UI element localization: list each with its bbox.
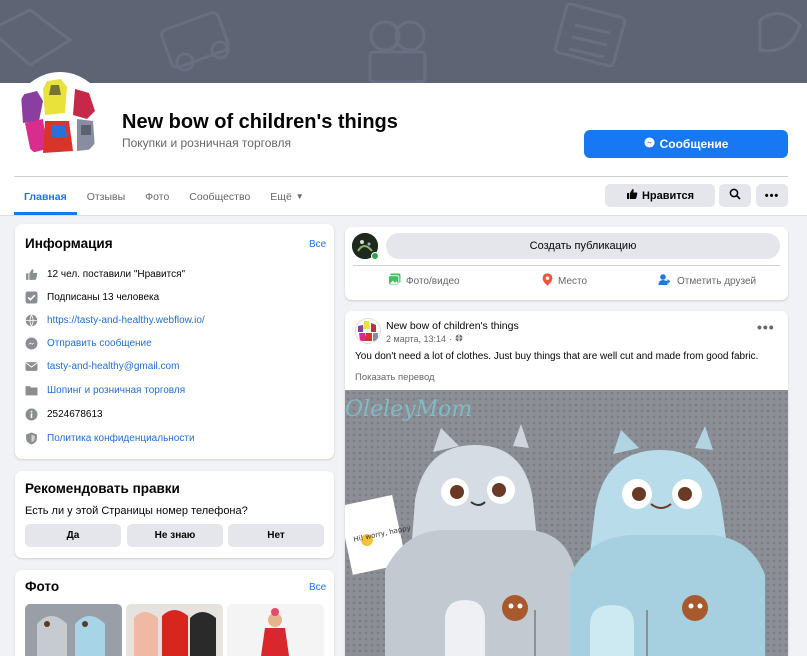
- info-send-message[interactable]: Отправить сообщение: [25, 335, 152, 351]
- photos-title: Фото: [25, 579, 60, 594]
- like-button-label: Нравится: [641, 189, 695, 202]
- page-avatar[interactable]: [14, 72, 106, 164]
- photo-thumbnail[interactable]: [126, 604, 223, 656]
- tab-community-label: Сообщество: [189, 190, 251, 203]
- tag-friends-label: Отметить друзей: [677, 275, 757, 287]
- info-phone: 2524678613: [25, 406, 103, 422]
- info-title: Информация: [25, 236, 113, 251]
- more-icon: •••: [764, 189, 780, 202]
- info-likes-text: 12 чел. поставили "Нравится": [47, 268, 186, 280]
- search-button[interactable]: [719, 184, 751, 207]
- meta-separator: ·: [449, 334, 453, 344]
- caret-down-icon: ▼: [295, 192, 304, 201]
- tab-reviews[interactable]: Отзывы: [77, 178, 135, 215]
- more-options-button[interactable]: •••: [756, 184, 788, 207]
- globe-icon: [25, 314, 38, 327]
- photo-icon: [388, 273, 401, 289]
- show-translation-link[interactable]: Показать перевод: [355, 372, 435, 383]
- info-see-all-link[interactable]: Все: [309, 239, 326, 250]
- info-email[interactable]: tasty-and-healthy@gmail.com: [25, 358, 179, 374]
- message-button-label: Сообщение: [659, 137, 729, 151]
- online-status-indicator: [371, 252, 379, 260]
- tab-more[interactable]: Ещё ▼: [260, 178, 313, 215]
- post-image[interactable]: OleleyMom Hi! worry, happy: [345, 390, 788, 656]
- post-card: New bow of children's things 2 марта, 13…: [345, 311, 788, 656]
- post-text: You don't need a lot of clothes. Just bu…: [355, 351, 759, 362]
- info-category-link[interactable]: Шопинг и розничная торговля: [47, 385, 185, 396]
- cover-photo[interactable]: [0, 0, 807, 83]
- info-website[interactable]: https://tasty-and-healthy.webflow.io/: [25, 312, 205, 328]
- check-square-icon: [25, 291, 38, 304]
- photo-video-button[interactable]: Фото/видео: [388, 269, 460, 293]
- post-author-avatar[interactable]: [355, 318, 381, 344]
- location-pin-icon: [542, 273, 553, 289]
- public-globe-icon: [455, 334, 463, 344]
- thumbs-up-icon: [25, 268, 38, 281]
- page-title: New bow of children's things: [122, 111, 398, 133]
- photos-see-all-link[interactable]: Все: [309, 582, 326, 593]
- photo-thumbnail[interactable]: [227, 604, 324, 656]
- info-website-link[interactable]: https://tasty-and-healthy.webflow.io/: [47, 315, 205, 326]
- place-button[interactable]: Место: [542, 269, 587, 293]
- answer-no-button[interactable]: Нет: [228, 524, 324, 547]
- info-category[interactable]: Шопинг и розничная торговля: [25, 382, 185, 398]
- page-category[interactable]: Покупки и розничная торговля: [122, 136, 291, 150]
- photos-card: Фото Все: [15, 570, 334, 656]
- post-options-button[interactable]: •••: [757, 319, 775, 335]
- info-email-link[interactable]: tasty-and-healthy@gmail.com: [47, 361, 179, 372]
- tab-home-label: Главная: [24, 190, 67, 203]
- answer-yes-button[interactable]: Да: [25, 524, 121, 547]
- post-author-name[interactable]: New bow of children's things: [386, 320, 519, 332]
- answer-unknown-button[interactable]: Не знаю: [127, 524, 223, 547]
- messenger-icon: [25, 337, 38, 350]
- composer-divider: [353, 265, 780, 266]
- tab-reviews-label: Отзывы: [86, 190, 126, 203]
- info-followers-text: Подписаны 13 человека: [47, 291, 160, 303]
- tab-home[interactable]: Главная: [14, 178, 77, 215]
- page-tabs: Главная Отзывы Фото Сообщество Ещё ▼: [14, 178, 314, 215]
- folder-icon: [25, 384, 38, 397]
- info-send-message-link[interactable]: Отправить сообщение: [47, 338, 152, 349]
- search-icon: [729, 188, 741, 203]
- info-icon: [25, 408, 38, 421]
- post-date[interactable]: 2 марта, 13:14: [386, 334, 446, 344]
- info-followers: Подписаны 13 человека: [25, 289, 159, 305]
- messenger-icon: [644, 137, 655, 151]
- tag-people-icon: [658, 273, 672, 289]
- shield-icon: [25, 432, 38, 445]
- recommend-title: Рекомендовать правки: [25, 481, 180, 496]
- info-phone-text: 2524678613: [47, 408, 103, 420]
- like-page-button[interactable]: Нравится: [605, 184, 715, 207]
- image-watermark: OleleyMom: [345, 397, 472, 422]
- thumbs-up-icon: [626, 188, 638, 203]
- photo-video-label: Фото/видео: [406, 275, 460, 287]
- photo-thumbnail[interactable]: [25, 604, 122, 656]
- recommend-edits-card: Рекомендовать правки Есть ли у этой Стра…: [15, 471, 334, 558]
- create-post-input[interactable]: Создать публикацию: [386, 233, 780, 259]
- tab-more-label: Ещё: [270, 190, 292, 203]
- composer-card: Создать публикацию Фото/видео Место Отме…: [345, 227, 788, 300]
- post-meta: 2 марта, 13:14 ·: [386, 334, 463, 344]
- recommend-question: Есть ли у этой Страницы номер телефона?: [25, 505, 248, 517]
- place-label: Место: [558, 275, 588, 287]
- tab-photos[interactable]: Фото: [135, 178, 179, 215]
- tab-community[interactable]: Сообщество: [179, 178, 260, 215]
- info-privacy-link[interactable]: Политика конфиденциальности: [47, 433, 195, 444]
- info-likes: 12 чел. поставили "Нравится": [25, 266, 185, 282]
- envelope-icon: [25, 360, 38, 373]
- message-button[interactable]: Сообщение: [584, 130, 788, 158]
- tag-friends-button[interactable]: Отметить друзей: [658, 269, 756, 293]
- tab-photos-label: Фото: [145, 190, 170, 203]
- info-privacy[interactable]: Политика конфиденциальности: [25, 430, 195, 446]
- header-divider: [14, 176, 788, 177]
- info-card: Информация Все 12 чел. поставили "Нравит…: [15, 224, 334, 459]
